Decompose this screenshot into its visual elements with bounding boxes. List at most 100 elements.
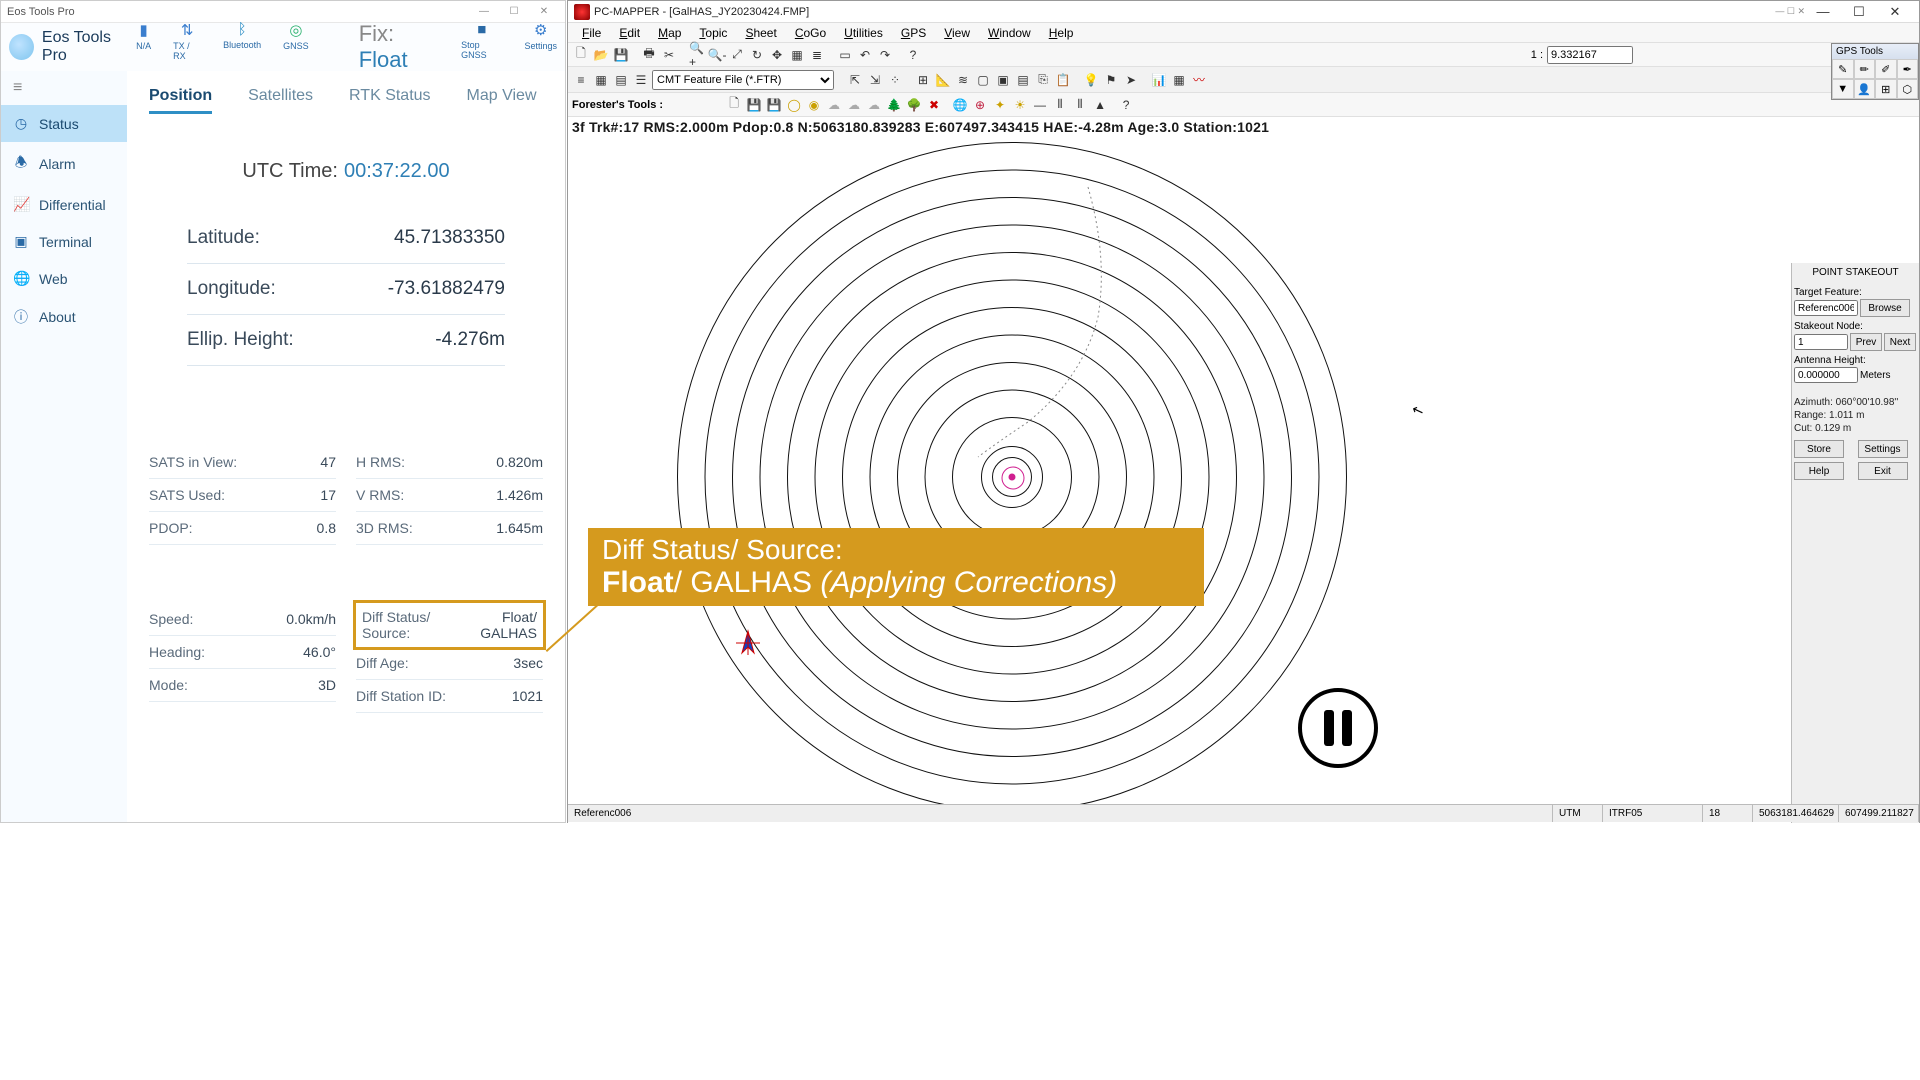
f-tree2-icon[interactable]: 🌳 [905, 96, 923, 114]
menu-window[interactable]: Window [980, 24, 1039, 42]
scale-input[interactable] [1547, 46, 1633, 64]
bulb-icon[interactable]: 💡 [1082, 71, 1100, 89]
target-feature-input[interactable] [1794, 300, 1858, 316]
f-bars-icon[interactable]: ⦀ [1051, 96, 1069, 114]
menu-gps[interactable]: GPS [893, 24, 934, 42]
f-globe2-icon[interactable]: ⊕ [971, 96, 989, 114]
help-icon[interactable]: ? [904, 46, 922, 64]
feature-file-select[interactable]: CMT Feature File (*.FTR) [652, 70, 834, 90]
rect1-icon[interactable]: ▢ [974, 71, 992, 89]
grid-icon[interactable]: ▦ [592, 71, 610, 89]
menu-file[interactable]: File [574, 24, 609, 42]
pcm-minimize-icon[interactable]: — [1805, 4, 1841, 19]
f-bars2-icon[interactable]: ⦀ [1071, 96, 1089, 114]
prev-button[interactable]: Prev [1850, 333, 1882, 351]
sidebar-item-about[interactable]: ⓘAbout [1, 297, 127, 337]
maximize-icon[interactable]: ☐ [499, 6, 529, 17]
zoomin-icon[interactable]: 🔍+ [688, 46, 706, 64]
f-star-icon[interactable]: ✦ [991, 96, 1009, 114]
settings-button[interactable]: ⚙Settings [524, 21, 557, 73]
pan-icon[interactable]: ✥ [768, 46, 786, 64]
f-circ2-icon[interactable]: ◉ [805, 96, 823, 114]
sidebar-item-status[interactable]: ◷Status [1, 105, 127, 142]
menu-sheet[interactable]: Sheet [737, 24, 784, 42]
cut-icon[interactable]: ✂ [660, 46, 678, 64]
gps-tool-4[interactable]: ✒ [1897, 59, 1919, 79]
f-save-icon[interactable]: 💾 [745, 96, 763, 114]
gps-tools-panel[interactable]: GPS Tools ✎ ✏ ✐ ✒ ▼ 👤 ⊞ ⬡ [1831, 43, 1919, 100]
child-min-icon[interactable]: — ☐ ✕ [1775, 6, 1805, 17]
sidebar-item-differential[interactable]: 📈Differential [1, 186, 127, 223]
stakeout-node-input[interactable] [1794, 334, 1848, 350]
copy-icon[interactable]: ⎘ [1034, 71, 1052, 89]
print-icon[interactable]: 🖶 [640, 46, 658, 64]
layers-icon[interactable]: ≣ [808, 46, 826, 64]
settings-button[interactable]: Settings [1858, 440, 1908, 458]
f-up-icon[interactable]: ▲ [1091, 96, 1109, 114]
rows-icon[interactable]: ☰ [632, 71, 650, 89]
f-save2-icon[interactable]: 💾 [765, 96, 783, 114]
sheet-icon[interactable]: ▦ [788, 46, 806, 64]
menu-topic[interactable]: Topic [691, 24, 735, 42]
f-dash-icon[interactable]: — [1031, 96, 1049, 114]
sidebar-item-web[interactable]: 🌐Web [1, 260, 127, 297]
pcm-close-icon[interactable]: ✕ [1877, 4, 1913, 20]
f-cloud3-icon[interactable]: ☁ [865, 96, 883, 114]
f-sun-icon[interactable]: ☀ [1011, 96, 1029, 114]
table-icon[interactable]: ▤ [612, 71, 630, 89]
tab-position[interactable]: Position [149, 81, 212, 114]
sidebar-item-terminal[interactable]: ▣Terminal [1, 223, 127, 260]
zoomout-icon[interactable]: 🔍- [708, 46, 726, 64]
chart-icon[interactable]: 📊 [1150, 71, 1168, 89]
f-stop-icon[interactable]: ✖ [925, 96, 943, 114]
help-button[interactable]: Help [1794, 462, 1844, 480]
redo-icon[interactable]: ↷ [876, 46, 894, 64]
arrow-icon[interactable]: ➤ [1122, 71, 1140, 89]
f-tree1-icon[interactable]: 🌲 [885, 96, 903, 114]
menu-utilities[interactable]: Utilities [836, 24, 891, 42]
sheet2-icon[interactable]: ▦ [1170, 71, 1188, 89]
stop-gnss-button[interactable]: ■Stop GNSS [461, 21, 502, 73]
menu-cogo[interactable]: CoGo [787, 24, 834, 42]
map-canvas[interactable] [568, 137, 1919, 823]
next-button[interactable]: Next [1884, 333, 1916, 351]
f-new-icon[interactable]: 🗋 [725, 96, 743, 114]
measure-icon[interactable]: 📐 [934, 71, 952, 89]
f-globe1-icon[interactable]: 🌐 [951, 96, 969, 114]
menu-map[interactable]: Map [650, 24, 689, 42]
gps-tool-3[interactable]: ✐ [1875, 59, 1897, 79]
gps-tool-7[interactable]: ⊞ [1875, 79, 1897, 99]
hamburger-icon[interactable]: ≡ [1, 71, 127, 105]
f-circ1-icon[interactable]: ◯ [785, 96, 803, 114]
refresh-icon[interactable]: ↻ [748, 46, 766, 64]
snap-icon[interactable]: ⊞ [914, 71, 932, 89]
gps-tool-1[interactable]: ✎ [1832, 59, 1854, 79]
gps-tool-6[interactable]: 👤 [1854, 79, 1876, 99]
antenna-height-input[interactable] [1794, 367, 1858, 383]
minimize-icon[interactable]: — [469, 6, 499, 17]
new-icon[interactable]: 🗋 [572, 46, 590, 64]
align-icon[interactable]: ≋ [954, 71, 972, 89]
browse-button[interactable]: Browse [1860, 299, 1910, 317]
undo-icon[interactable]: ↶ [856, 46, 874, 64]
tab-map-view[interactable]: Map View [467, 81, 537, 114]
tab-rtk-status[interactable]: RTK Status [349, 81, 431, 114]
rect3-icon[interactable]: ▤ [1014, 71, 1032, 89]
menu-view[interactable]: View [936, 24, 978, 42]
zoomfit-icon[interactable]: ⤢ [728, 46, 746, 64]
store-button[interactable]: Store [1794, 440, 1844, 458]
pcm-maximize-icon[interactable]: ☐ [1841, 4, 1877, 20]
menu-edit[interactable]: Edit [611, 24, 648, 42]
sidebar-item-alarm[interactable]: 🕭Alarm [1, 142, 127, 186]
close-icon[interactable]: ✕ [529, 6, 559, 17]
gps-tool-8[interactable]: ⬡ [1897, 79, 1919, 99]
save-icon[interactable]: 💾 [612, 46, 630, 64]
select-icon[interactable]: ▭ [836, 46, 854, 64]
gps-tool-5[interactable]: ▼ [1832, 79, 1854, 99]
menu-help[interactable]: Help [1041, 24, 1082, 42]
tab-satellites[interactable]: Satellites [248, 81, 313, 114]
rect2-icon[interactable]: ▣ [994, 71, 1012, 89]
paste-icon[interactable]: 📋 [1054, 71, 1072, 89]
import-icon[interactable]: ⇲ [866, 71, 884, 89]
exit-button[interactable]: Exit [1858, 462, 1908, 480]
